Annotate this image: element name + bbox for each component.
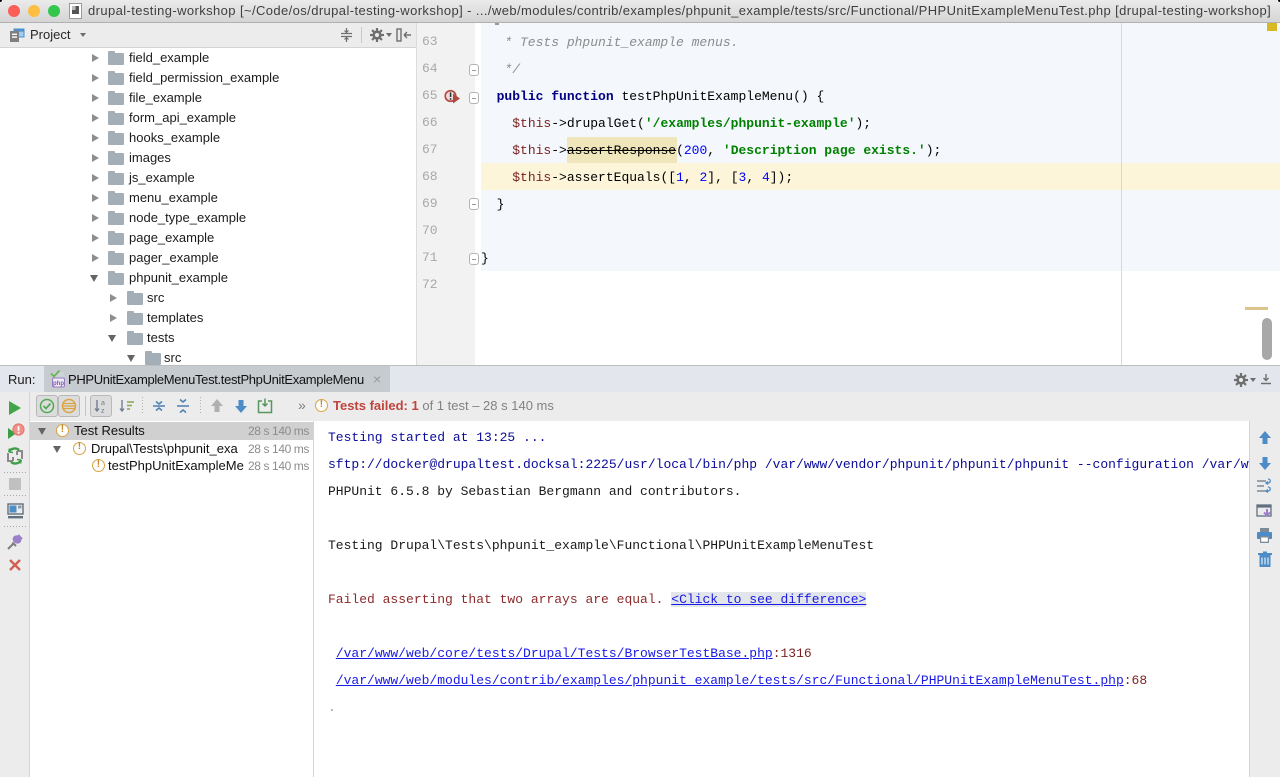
svg-text:z: z	[101, 408, 105, 414]
svg-text:a: a	[101, 400, 105, 407]
svg-text:php: php	[53, 381, 64, 387]
